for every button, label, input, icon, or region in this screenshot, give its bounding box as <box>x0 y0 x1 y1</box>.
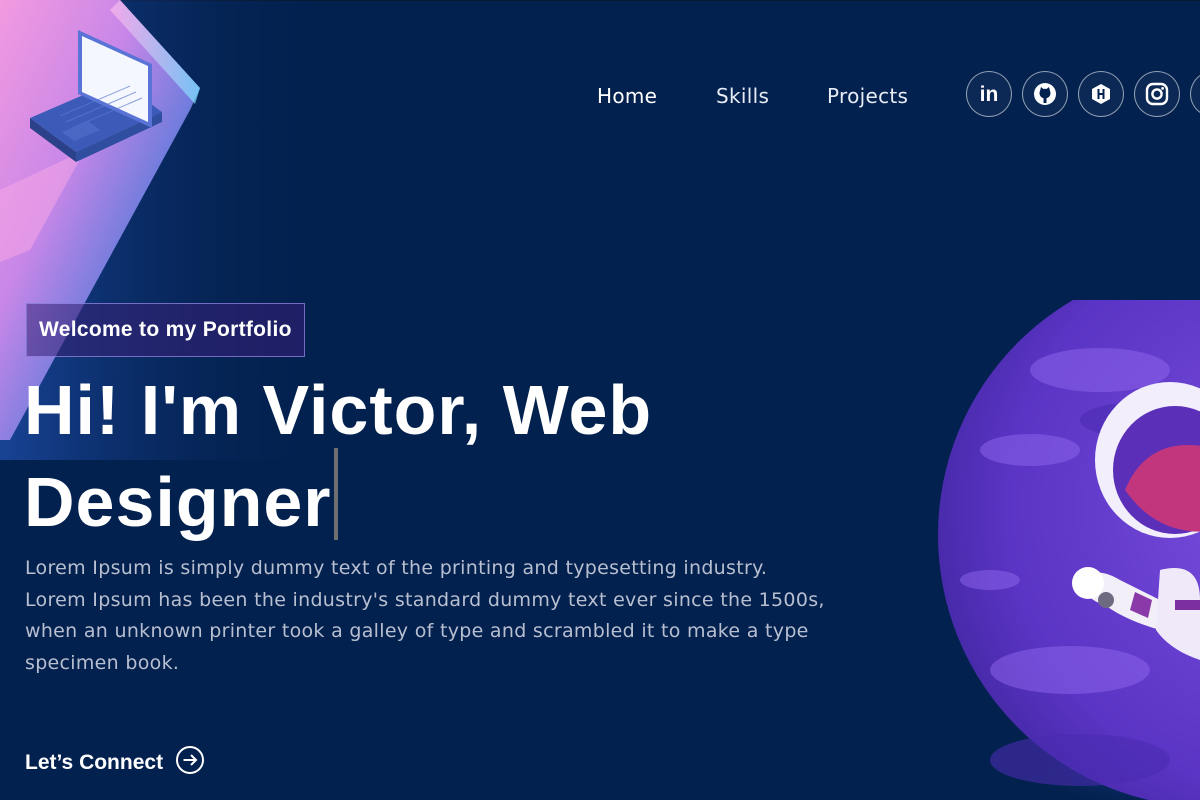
typing-caret <box>333 448 338 540</box>
headline-line-1: Hi! I'm Victor, Web <box>24 371 653 449</box>
hero-intro-text: Lorem Ipsum is simply dummy text of the … <box>25 557 825 674</box>
linkedin-icon: in <box>976 81 1002 107</box>
nav-link-skills[interactable]: Skills <box>716 84 769 108</box>
nav-link-home[interactable]: Home <box>597 84 657 108</box>
linkedin-button[interactable]: in <box>966 71 1012 117</box>
hero-headline: Hi! I'm Victor, Web Designer <box>24 372 784 540</box>
github-button[interactable] <box>1022 71 1068 117</box>
instagram-button[interactable] <box>1134 71 1180 117</box>
arrow-right-circle-icon <box>175 745 205 781</box>
hackerrank-button[interactable] <box>1078 71 1124 117</box>
top-border <box>0 0 1200 1</box>
headline-line-2: Designer <box>24 463 332 541</box>
main-nav: Home Skills Projects <box>0 78 1200 118</box>
lets-connect-button[interactable]: Let’s Connect <box>25 745 205 781</box>
lets-connect-label: Let’s Connect <box>25 751 164 774</box>
welcome-tagline: Welcome to my Portfolio <box>26 303 305 357</box>
github-icon <box>1032 81 1058 107</box>
hackerrank-icon <box>1090 83 1112 105</box>
instagram-icon <box>1145 82 1169 106</box>
astronaut-planet-illustration <box>920 300 1200 800</box>
nav-link-projects[interactable]: Projects <box>827 84 908 108</box>
svg-text:in: in <box>980 83 999 106</box>
